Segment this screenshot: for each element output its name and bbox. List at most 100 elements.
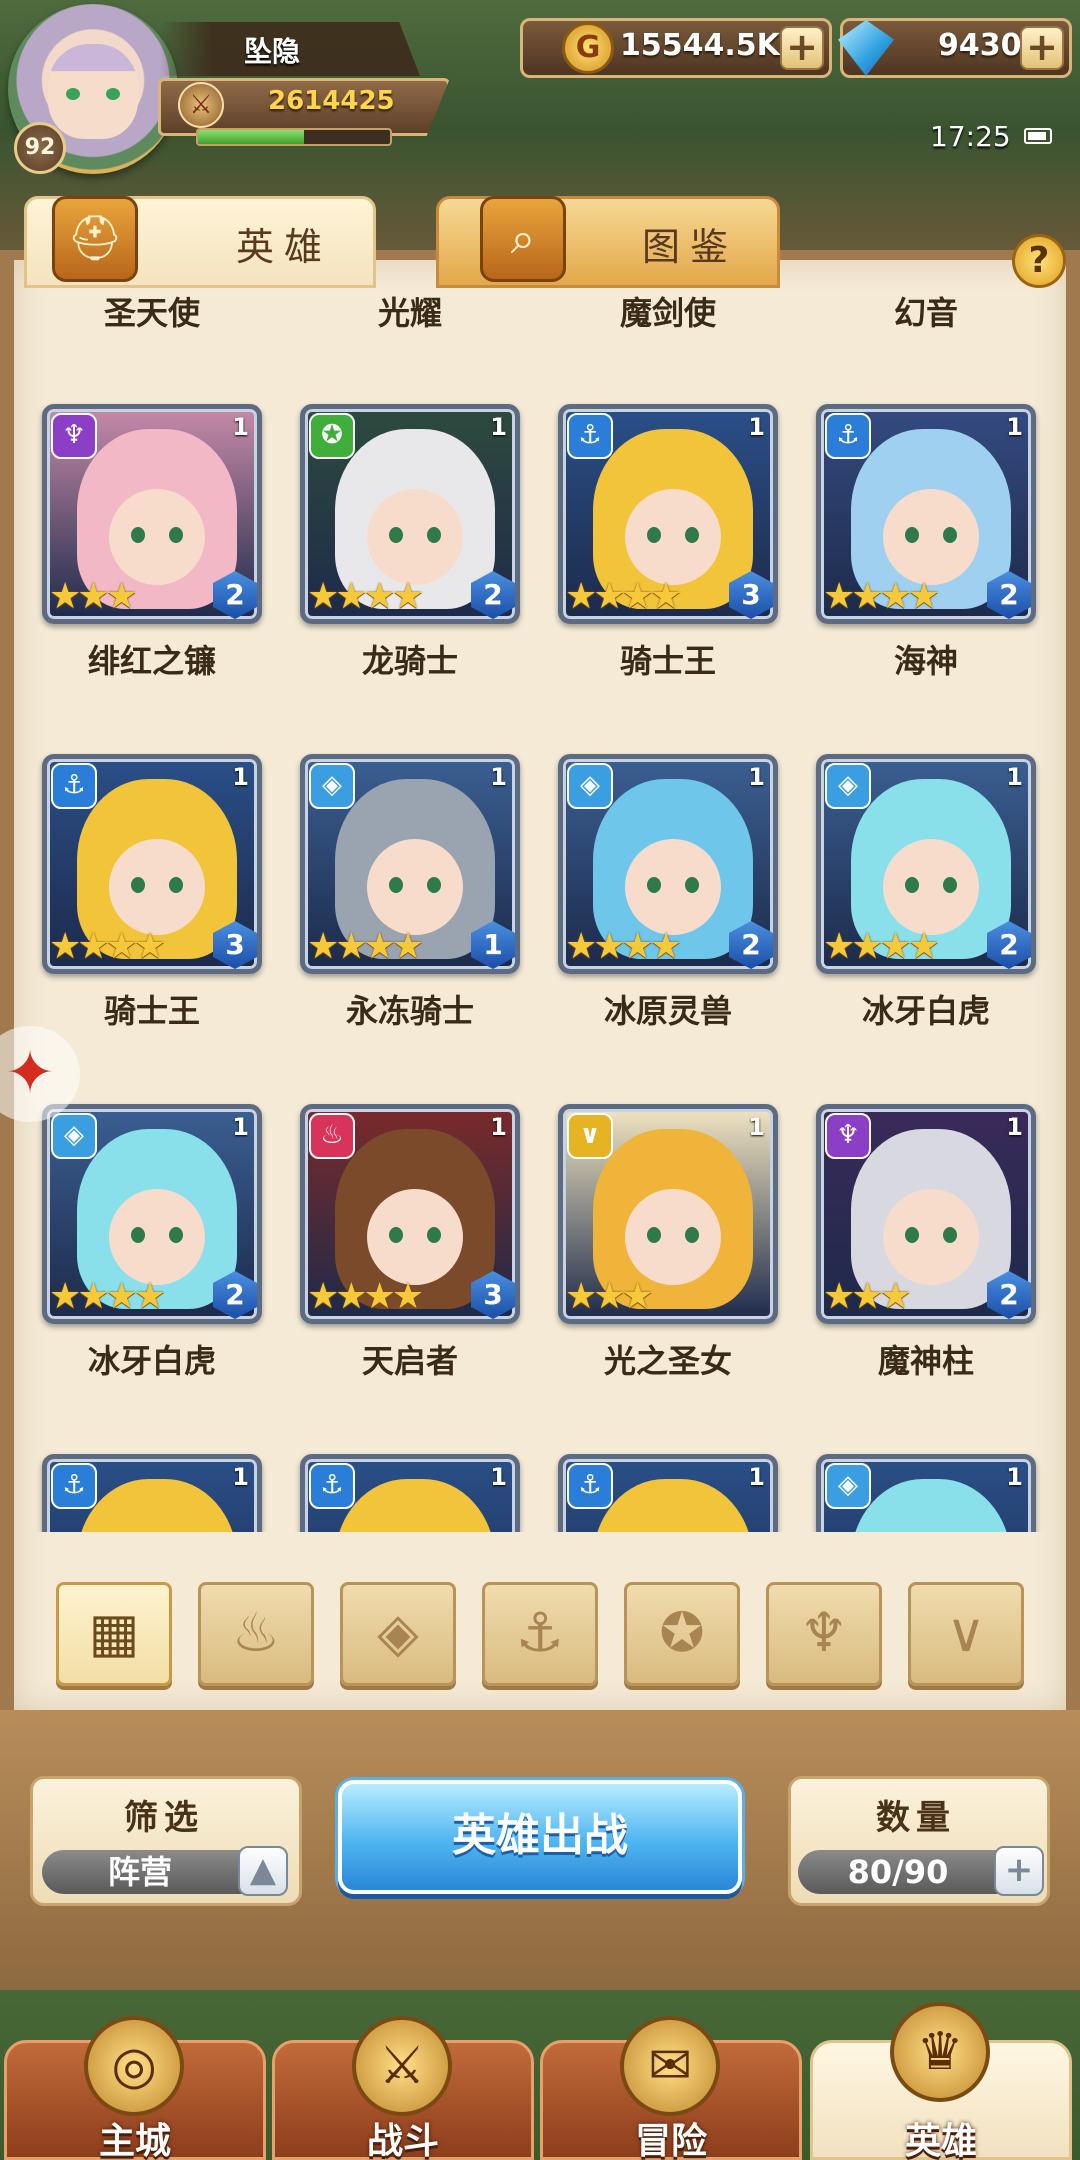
hero-card[interactable]: ◈ 1 ★★★★ 2	[816, 754, 1036, 974]
hero-face	[367, 489, 463, 585]
anchor-faction-icon: ⚓	[51, 763, 97, 809]
nav-adventure-label: 冒险	[634, 2121, 707, 2160]
hero-copy-count: 1	[490, 763, 507, 791]
add-gold-button[interactable]: +	[780, 26, 824, 70]
star-rating: ★★★	[823, 1276, 912, 1317]
hero-helmet-icon: ♛	[890, 2002, 990, 2102]
hero-face	[367, 1189, 463, 1285]
anchor-faction-icon: ⚓	[825, 413, 871, 459]
hero-card[interactable]: ♆ 1 ★★★ 2	[42, 404, 262, 624]
anchor-faction-icon: ⚓	[567, 1463, 613, 1509]
hero-name: 光耀	[377, 294, 442, 332]
xp-fill	[198, 130, 304, 144]
hero-card[interactable]: ◈ 1 ★★★★ 2	[558, 754, 778, 974]
player-name: 坠隐	[244, 35, 301, 68]
hero-face	[109, 1189, 205, 1285]
nav-main-city-label: 主城	[98, 2121, 171, 2160]
hero-name: 冰原灵兽	[603, 992, 732, 1030]
filter-all-button[interactable]: ▦	[56, 1582, 172, 1686]
hero-name: 冰牙白虎	[861, 992, 990, 1030]
hero-copy-count: 1	[490, 1463, 507, 1491]
hero-copy-count: 1	[232, 1113, 249, 1141]
hero-copy-count: 1	[748, 1463, 765, 1491]
hero-card[interactable]: ♨ 1 ★★★★ 3	[300, 1104, 520, 1324]
star-rating: ★★★★	[49, 1276, 166, 1317]
hero-name: 光之圣女	[603, 1342, 732, 1380]
hero-name: 龙骑士	[361, 642, 458, 680]
hero-card[interactable]: ⚓ 1 ★★★★ 3	[558, 404, 778, 624]
hero-name: 冰牙白虎	[87, 1342, 216, 1380]
star-rating: ★★★★	[823, 926, 940, 967]
hero-face	[883, 839, 979, 935]
nav-heroes-label: 英雄	[904, 2121, 977, 2160]
chevron-up-icon[interactable]: ▲	[238, 1846, 288, 1896]
hero-copy-count: 1	[1006, 413, 1023, 441]
ice-faction-icon: ◈	[51, 1113, 97, 1159]
filter-title: 筛选	[124, 1798, 204, 1838]
nav-battle-label: 战斗	[366, 2121, 439, 2160]
hero-name: 魔剑使	[619, 294, 716, 332]
ice-faction-icon: ◈	[825, 763, 871, 809]
hero-grid-partial-row: ⚓ 1 ⚓ 1 ⚓ 1 ◈ 1	[0, 1440, 1080, 1532]
light-faction-icon: ∨	[567, 1113, 613, 1159]
count-title: 数量	[876, 1798, 956, 1838]
hero-face	[625, 839, 721, 935]
hero-card[interactable]: ⚓ 1 ★★★★ 3	[42, 754, 262, 974]
star-rating: ★★★★	[49, 926, 166, 967]
hero-copy-count: 1	[490, 1113, 507, 1141]
filter-beast-button[interactable]: ✪	[624, 1582, 740, 1686]
expand-capacity-button[interactable]: +	[994, 1846, 1044, 1896]
hero-card[interactable]: ⚓ 1	[300, 1454, 520, 1532]
star-rating: ★★★★	[823, 576, 940, 617]
xp-bar	[196, 128, 392, 146]
hero-copy-count: 1	[490, 413, 507, 441]
hero-portrait	[335, 1479, 495, 1532]
star-rating: ★★★	[49, 576, 138, 617]
hero-card[interactable]: ⚓ 1 ★★★★ 2	[816, 404, 1036, 624]
flame-faction-icon: ♨	[309, 1113, 355, 1159]
hero-name: 圣天使	[103, 294, 200, 332]
hero-copy-count: 1	[1006, 763, 1023, 791]
star-rating: ★★★★	[307, 576, 424, 617]
battery-icon	[1024, 128, 1052, 144]
deploy-heroes-button[interactable]: 英雄出战	[338, 1780, 742, 1894]
star-rating: ★★★★	[565, 926, 682, 967]
hero-copy-count: 1	[232, 1463, 249, 1491]
hero-card[interactable]: ◈ 1 ★★★★ 1	[300, 754, 520, 974]
hero-name: 海神	[893, 642, 958, 680]
hero-face	[625, 1189, 721, 1285]
hero-name: 永冻骑士	[345, 992, 474, 1030]
helmet-icon: ⛑	[52, 196, 138, 282]
hero-card[interactable]: ✪ 1 ★★★★ 2	[300, 404, 520, 624]
beast-faction-icon: ✪	[309, 413, 355, 459]
hero-card[interactable]: ◈ 1 ★★★★ 2	[42, 1104, 262, 1324]
anchor-faction-icon: ⚓	[567, 413, 613, 459]
avatar-portrait	[48, 44, 138, 139]
hero-card[interactable]: ⚓ 1	[558, 1454, 778, 1532]
hero-copy-count: 1	[232, 413, 249, 441]
anchor-faction-icon: ⚓	[51, 1463, 97, 1509]
hero-face	[883, 1189, 979, 1285]
filter-ice-button[interactable]: ◈	[340, 1582, 456, 1686]
hero-name: 绯红之镰	[87, 642, 216, 680]
filter-value: 阵营	[107, 1853, 172, 1891]
ice-faction-icon: ◈	[825, 1463, 871, 1509]
hero-copy-count: 1	[748, 413, 765, 441]
filter-light-button[interactable]: ∨	[908, 1582, 1024, 1686]
scroll-map-icon: ✉	[620, 2016, 720, 2116]
hero-card[interactable]: ♆ 1 ★★★ 2	[816, 1104, 1036, 1324]
star-rating: ★★★★	[307, 1276, 424, 1317]
filter-anchor-button[interactable]: ⚓	[482, 1582, 598, 1686]
help-button[interactable]: ?	[1012, 234, 1066, 288]
hero-face	[625, 489, 721, 585]
hero-card[interactable]: ∨ 1 ★★★	[558, 1104, 778, 1324]
magnifier-icon: ⌕	[480, 196, 566, 282]
filter-demon-button[interactable]: ♆	[766, 1582, 882, 1686]
anchor-faction-icon: ⚓	[309, 1463, 355, 1509]
gold-coin-icon: G	[562, 22, 614, 74]
filter-flame-button[interactable]: ♨	[198, 1582, 314, 1686]
hero-card[interactable]: ◈ 1	[816, 1454, 1036, 1532]
ice-faction-icon: ◈	[567, 763, 613, 809]
add-gems-button[interactable]: +	[1020, 26, 1064, 70]
hero-card[interactable]: ⚓ 1	[42, 1454, 262, 1532]
